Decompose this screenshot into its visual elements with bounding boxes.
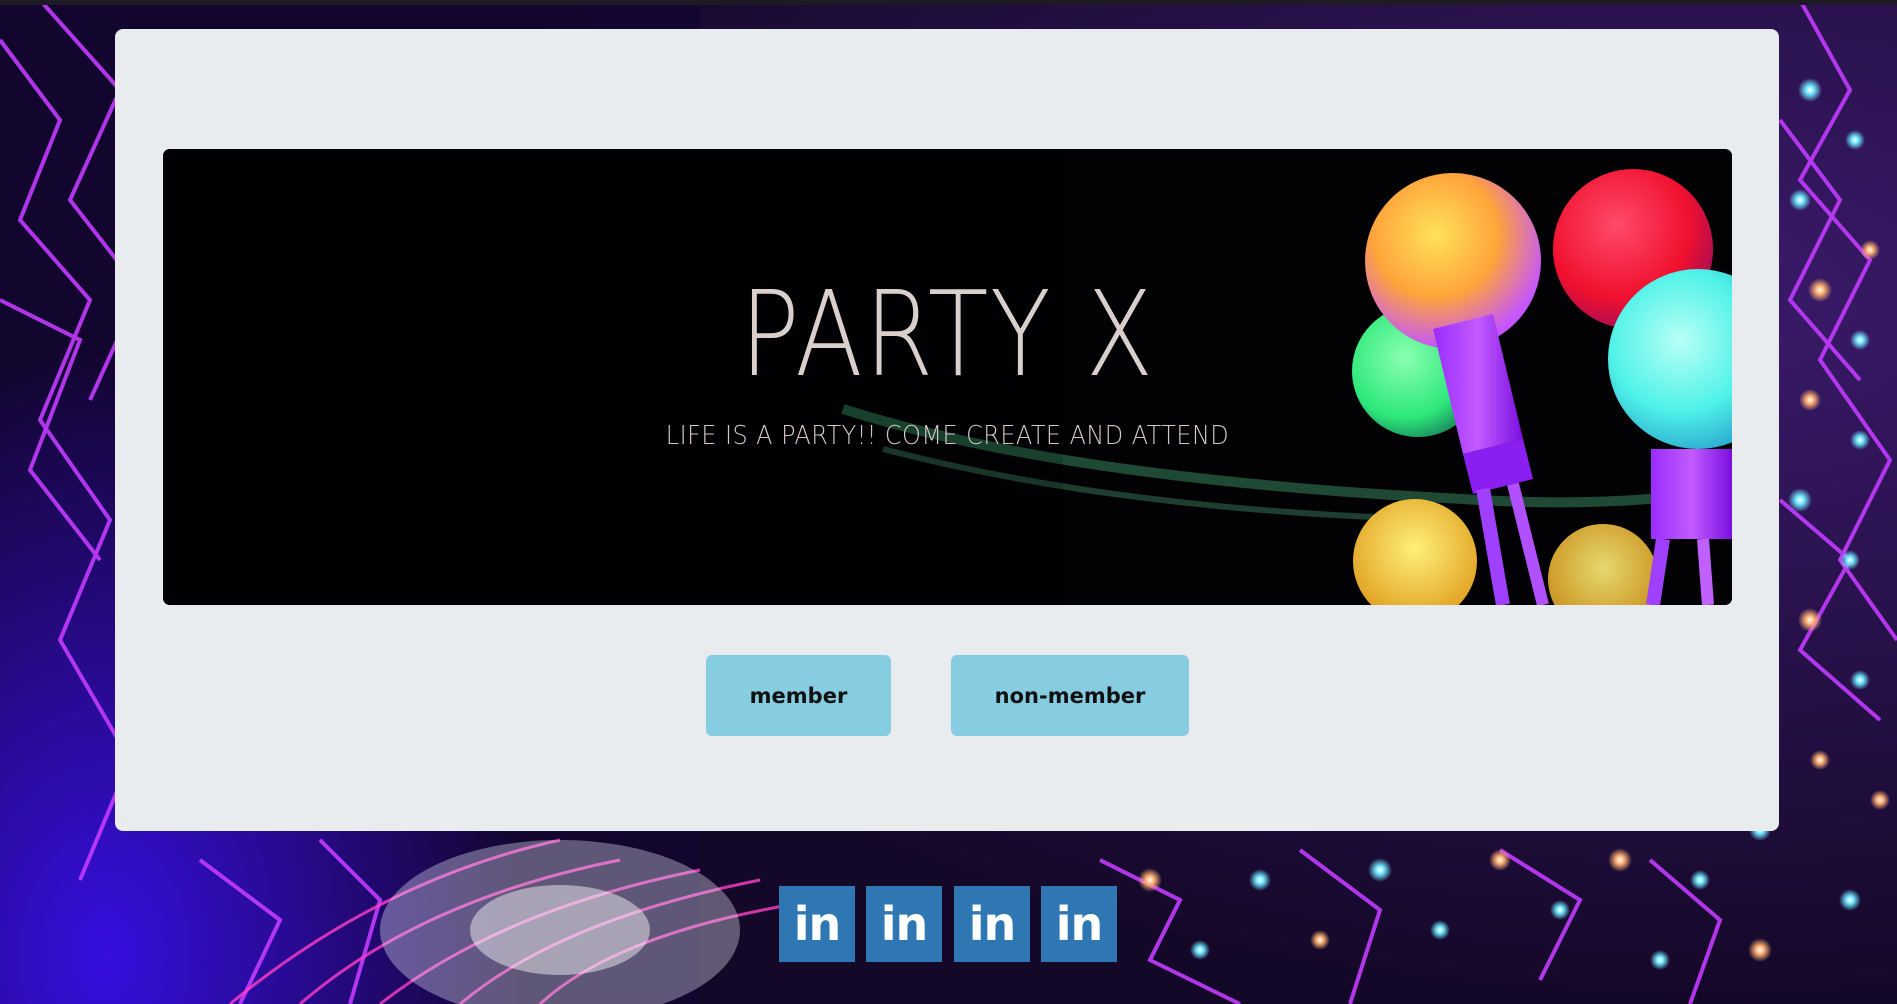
non-member-button[interactable]: non-member [951,655,1189,736]
hero-banner: PARTY X LIFE IS A PARTY!! COME CREATE AN… [163,149,1732,605]
linkedin-icon[interactable]: in [779,886,855,962]
page-subtitle: LIFE IS A PARTY!! COME CREATE AND ATTEND [665,421,1230,451]
linkedin-icon[interactable]: in [1041,886,1117,962]
linkedin-icon[interactable]: in [954,886,1030,962]
main-card: PARTY X LIFE IS A PARTY!! COME CREATE AN… [115,29,1779,831]
page-title: PARTY X [739,265,1156,403]
member-button[interactable]: member [706,655,891,736]
linkedin-icon[interactable]: in [866,886,942,962]
